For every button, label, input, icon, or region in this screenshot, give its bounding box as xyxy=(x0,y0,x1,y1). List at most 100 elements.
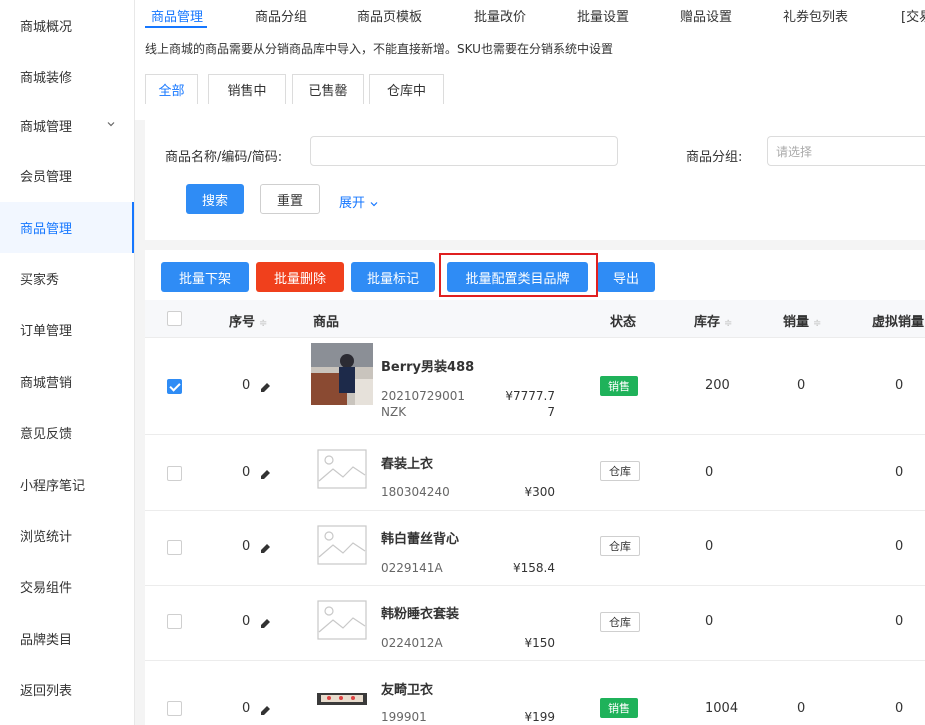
product-code: 20210729001 xyxy=(381,389,465,403)
subtab-on-sale[interactable]: 销售中 xyxy=(208,74,286,104)
sidebar-item-label: 订单管理 xyxy=(20,324,73,339)
notice-area: 线上商城的商品需要从分销商品库中导入，不能直接新增。SKU也需要在分销系统中设置… xyxy=(135,30,925,120)
col-stock[interactable]: 库存 ≑ xyxy=(694,311,732,330)
product-photo-icon xyxy=(311,687,373,709)
status-badge: 销售 xyxy=(600,698,638,718)
tab-product-group[interactable]: 商品分组 xyxy=(255,6,307,25)
product-code: 199901 xyxy=(381,710,427,724)
col-virtual-sales: 虚拟销量 xyxy=(872,315,925,330)
stock-value: 0 xyxy=(705,539,714,554)
chevron-down-icon xyxy=(370,201,378,206)
product-name[interactable]: Berry男装488 xyxy=(381,356,474,375)
virtual-sales-value: 0 xyxy=(895,614,904,629)
sidebar-item-label: 会员管理 xyxy=(20,170,73,185)
row-checkbox[interactable] xyxy=(167,379,182,394)
virtual-sales-value: 0 xyxy=(895,539,904,554)
col-sales-label: 销量 xyxy=(783,315,810,330)
expand-label: 展开 xyxy=(339,196,366,211)
sales-value: 0 xyxy=(797,701,806,716)
sidebar-item-mini-notes[interactable]: 小程序笔记 xyxy=(0,459,134,510)
sidebar-item-members[interactable]: 会员管理 xyxy=(0,150,134,201)
sidebar-item-back-to-list[interactable]: 返回列表 xyxy=(0,664,134,715)
row-checkbox[interactable] xyxy=(167,614,182,629)
product-group-select[interactable]: 请选择 xyxy=(767,136,925,166)
product-price: ¥7777.7 xyxy=(505,389,555,403)
tab-product-template[interactable]: 商品页模板 xyxy=(357,6,422,25)
sidebar-item-label: 意见反馈 xyxy=(20,427,73,442)
sidebar-item-marketing[interactable]: 商城营销 xyxy=(0,356,134,407)
export-button[interactable]: 导出 xyxy=(597,262,655,292)
product-name[interactable]: 春装上衣 xyxy=(381,453,433,472)
virtual-sales-value: 0 xyxy=(895,378,904,393)
row-checkbox[interactable] xyxy=(167,701,182,716)
product-name[interactable]: 韩粉睡衣套装 xyxy=(381,603,459,622)
sidebar-item-label: 品牌类目 xyxy=(20,633,73,648)
main-content: 商品管理 商品分组 商品页模板 批量改价 批量设置 赠品设置 礼券包列表 [交易… xyxy=(135,0,925,725)
product-code: 0229141A xyxy=(381,561,443,575)
col-seq-label: 序号 xyxy=(229,315,256,330)
batch-mark-button[interactable]: 批量标记 xyxy=(351,262,435,292)
batch-offshelf-button[interactable]: 批量下架 xyxy=(161,262,249,292)
batch-delete-button[interactable]: 批量删除 xyxy=(256,262,344,292)
edit-icon[interactable] xyxy=(261,619,270,628)
product-group-label: 商品分组: xyxy=(686,150,743,165)
sidebar-item-decoration[interactable]: 商城装修 xyxy=(0,51,134,102)
sidebar-item-label: 小程序笔记 xyxy=(20,479,86,494)
edit-icon[interactable] xyxy=(261,544,270,553)
sidebar-item-products[interactable]: 商品管理 xyxy=(0,202,134,253)
edit-icon[interactable] xyxy=(261,383,270,392)
col-seq[interactable]: 序号 ≑ xyxy=(229,311,267,330)
stock-value: 0 xyxy=(705,465,714,480)
select-all-checkbox[interactable] xyxy=(167,311,182,326)
product-name[interactable]: 韩白蕾丝背心 xyxy=(381,528,459,547)
table-row: 0 春装上衣 180304240 ¥300 仓库 0 0 xyxy=(145,435,925,511)
subtab-in-warehouse[interactable]: 仓库中 xyxy=(369,74,444,104)
col-product: 商品 xyxy=(313,315,340,330)
product-table: 序号 ≑ 商品 状态 库存 ≑ 销量 ≑ 虚拟销量 0 Berry男装488 2… xyxy=(145,300,925,725)
sidebar-item-overview[interactable]: 商城概况 xyxy=(0,0,134,51)
expand-toggle[interactable]: 展开 xyxy=(339,192,379,211)
edit-icon[interactable] xyxy=(261,706,270,715)
product-name-input[interactable] xyxy=(310,136,618,166)
search-button[interactable]: 搜索 xyxy=(186,184,244,214)
product-price: ¥300 xyxy=(524,485,555,499)
sidebar-item-label: 商城营销 xyxy=(20,376,73,391)
subtab-all[interactable]: 全部 xyxy=(145,74,198,104)
col-stock-label: 库存 xyxy=(694,315,721,330)
image-placeholder-icon xyxy=(317,449,367,489)
product-code: NZK xyxy=(381,405,407,419)
tab-gift-settings[interactable]: 赠品设置 xyxy=(680,6,732,25)
product-photo-icon xyxy=(311,343,373,405)
sidebar-item-trade-component[interactable]: 交易组件 xyxy=(0,561,134,612)
reset-button[interactable]: 重置 xyxy=(260,184,320,214)
product-price: 7 xyxy=(547,405,555,419)
sidebar-item-mall-management[interactable]: 商城管理 xyxy=(0,100,134,151)
tab-product-management[interactable]: 商品管理 xyxy=(151,6,203,25)
row-checkbox[interactable] xyxy=(167,466,182,481)
product-name[interactable]: 友畸卫衣 xyxy=(381,679,433,698)
table-row: 0 友畸卫衣 199901 ¥199 销售 1004 0 0 xyxy=(145,661,925,725)
sidebar-item-label: 商城概况 xyxy=(20,20,73,35)
sidebar-item-orders[interactable]: 订单管理 xyxy=(0,304,134,355)
stock-value: 200 xyxy=(705,378,730,393)
tab-trade[interactable]: [交易 xyxy=(901,6,925,25)
subtab-sold-out[interactable]: 已售罄 xyxy=(292,74,364,104)
product-thumbnail xyxy=(311,343,373,405)
edit-icon[interactable] xyxy=(261,470,270,479)
status-badge: 仓库 xyxy=(600,461,640,481)
tab-batch-price[interactable]: 批量改价 xyxy=(474,6,526,25)
tab-coupon-list[interactable]: 礼券包列表 xyxy=(783,6,848,25)
sort-icon: ≑ xyxy=(259,318,268,329)
col-sales[interactable]: 销量 ≑ xyxy=(783,311,821,330)
tab-batch-settings[interactable]: 批量设置 xyxy=(577,6,629,25)
sidebar-item-brand-category[interactable]: 品牌类目 xyxy=(0,613,134,664)
filter-panel: 商品名称/编码/简码: 商品分组: 请选择 搜索 重置 展开 xyxy=(145,120,925,240)
sidebar-item-label: 商品管理 xyxy=(20,222,73,237)
sidebar-item-label: 浏览统计 xyxy=(20,530,73,545)
row-checkbox[interactable] xyxy=(167,540,182,555)
sidebar-item-stats[interactable]: 浏览统计 xyxy=(0,510,134,561)
batch-brand-category-button[interactable]: 批量配置类目品牌 xyxy=(447,262,588,292)
product-price: ¥150 xyxy=(524,636,555,650)
sidebar-item-feedback[interactable]: 意见反馈 xyxy=(0,407,134,458)
sidebar-item-buyer-show[interactable]: 买家秀 xyxy=(0,253,134,304)
